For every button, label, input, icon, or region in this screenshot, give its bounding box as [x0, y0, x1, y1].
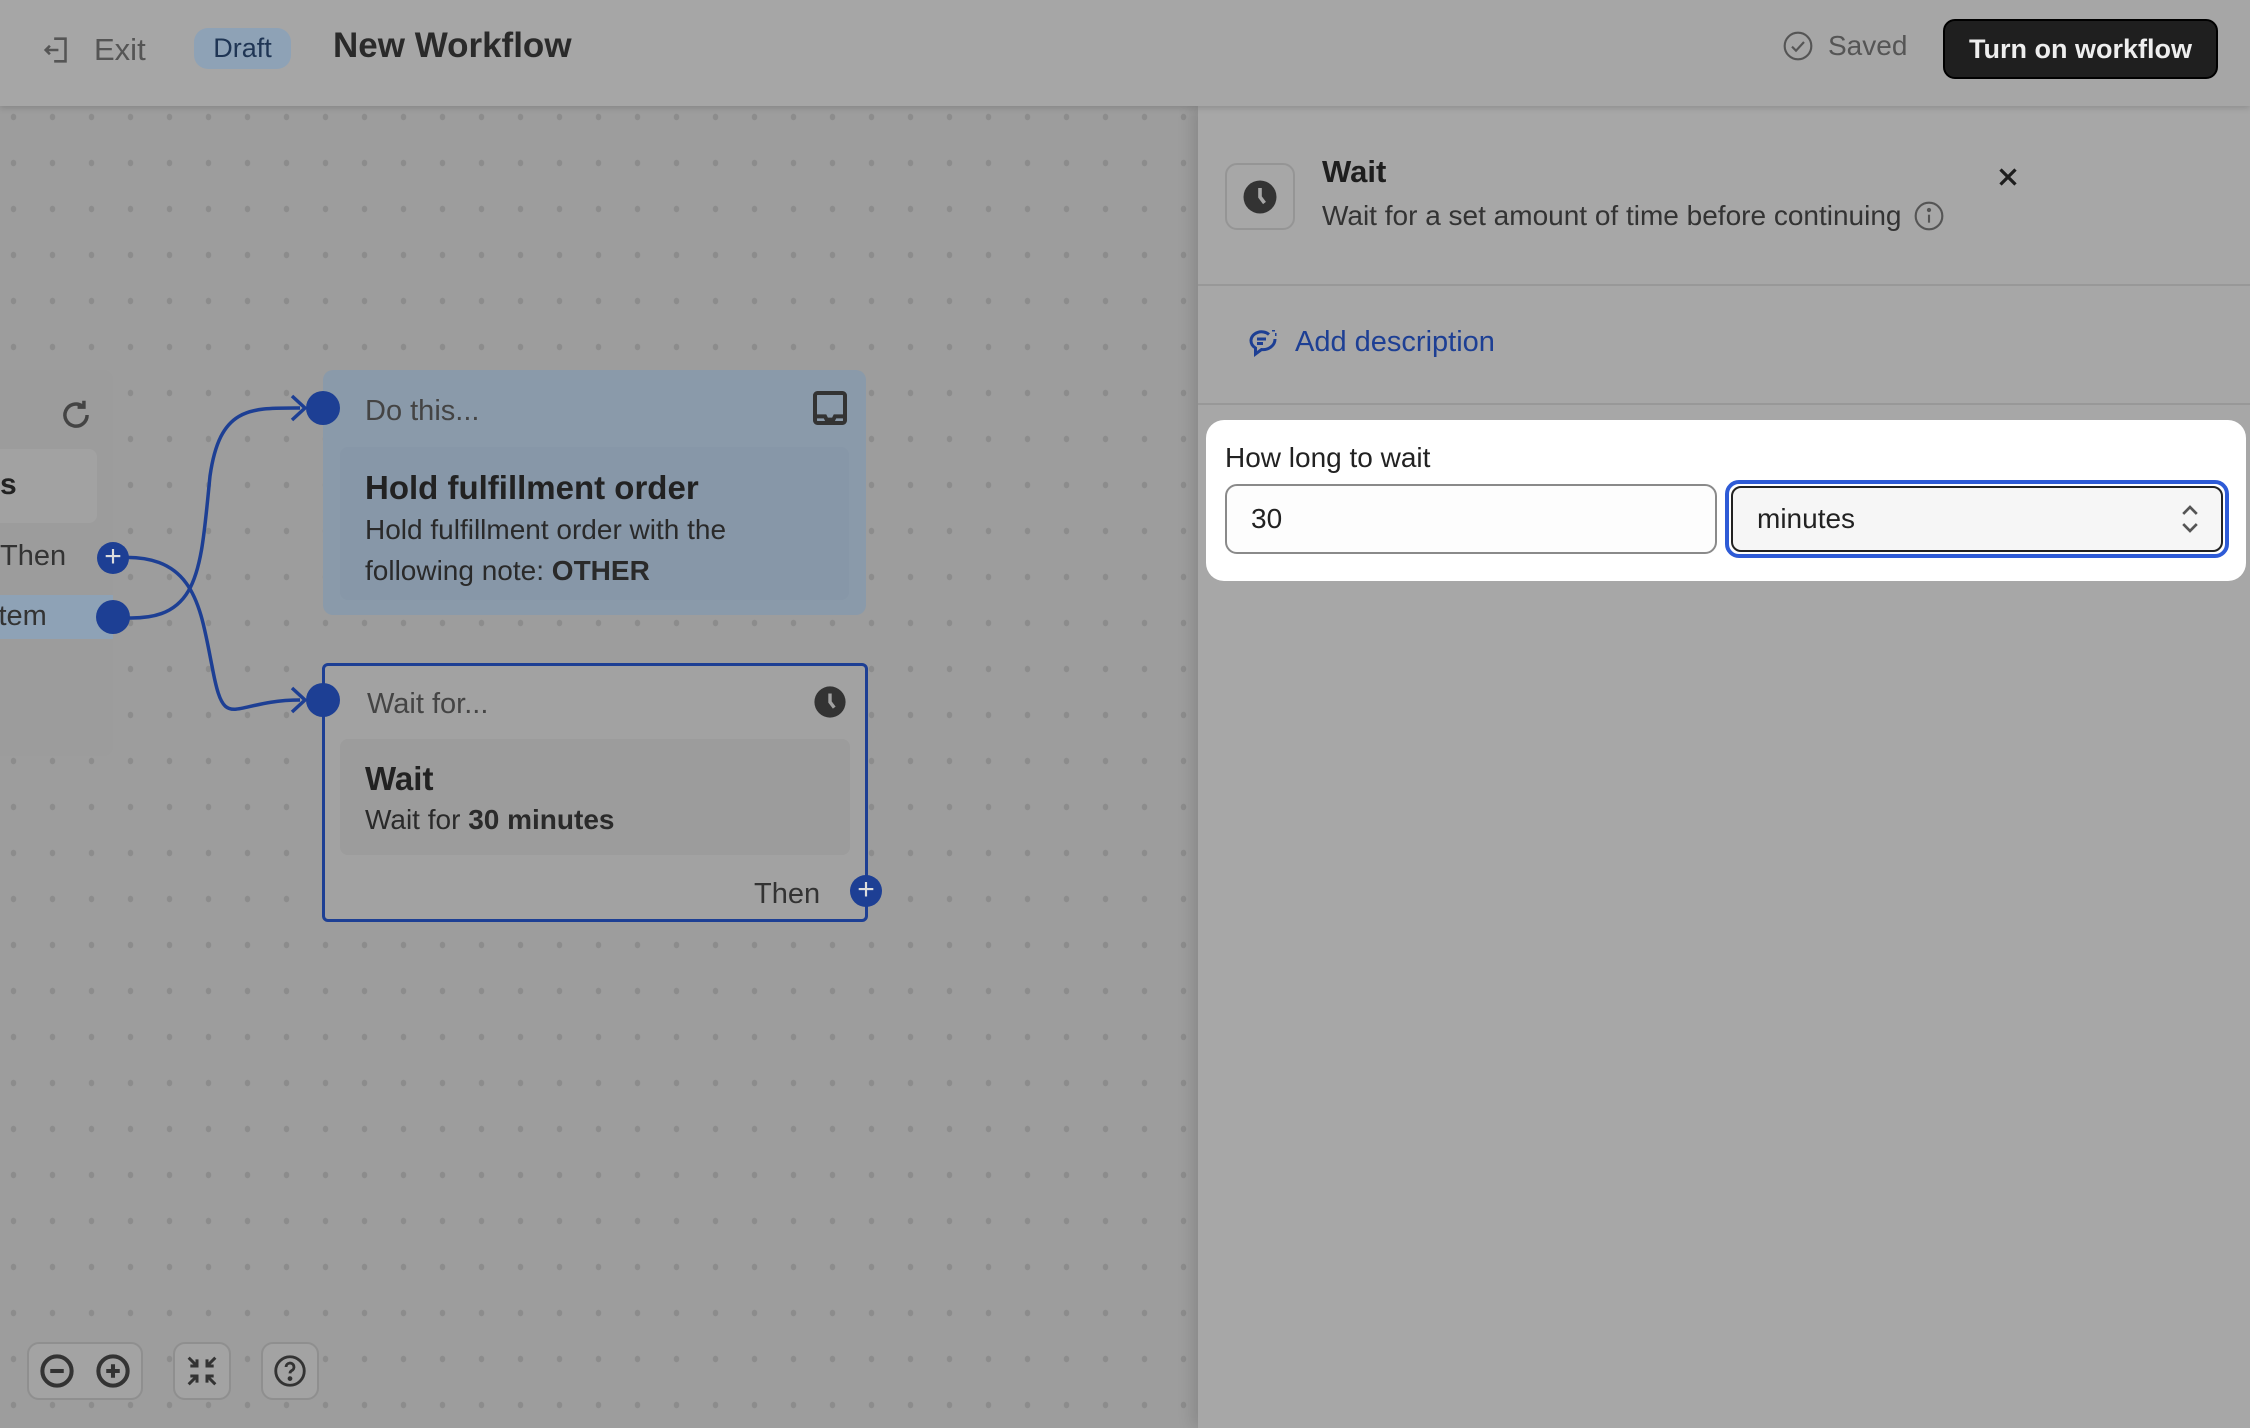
- panel-title: Wait: [1322, 154, 1387, 189]
- check-circle-icon: [1783, 31, 1813, 61]
- turn-on-workflow-button[interactable]: Turn on workflow: [1943, 19, 2218, 79]
- clock-icon: [1243, 180, 1277, 213]
- add-step-button[interactable]: +: [850, 875, 882, 907]
- action-node[interactable]: Do this... Hold fulfillment order Hold f…: [323, 370, 866, 615]
- action-input-handle[interactable]: [306, 391, 340, 425]
- panel-subtitle: Wait for a set amount of time before con…: [1322, 200, 1902, 231]
- add-step-button[interactable]: +: [97, 542, 129, 574]
- saved-status: Saved: [1782, 30, 1907, 62]
- step-icon-box: [1225, 163, 1295, 230]
- clock-icon: [814, 686, 846, 718]
- wait-duration-section: How long to wait minutes: [1206, 420, 2246, 581]
- wait-node-selected[interactable]: Wait for... Wait Wait for 30 minutes The…: [322, 663, 868, 922]
- page-title: New Workflow: [333, 26, 572, 65]
- divider: [1198, 403, 2250, 405]
- connector-item-to-action: [112, 406, 301, 620]
- top-bar: Exit Draft New Workflow Saved Turn on wo…: [0, 0, 2250, 106]
- status-badge: Draft: [194, 28, 291, 69]
- exit-label: Exit: [94, 32, 146, 67]
- comment-icon: [1249, 330, 1277, 357]
- help-icon: [274, 1355, 306, 1387]
- connector-then-to-wait: [112, 555, 301, 711]
- exit-button[interactable]: Exit: [40, 30, 146, 70]
- chevron-up-down-icon: [2182, 505, 2198, 533]
- zoom-controls: [27, 1342, 143, 1400]
- wait-unit-select[interactable]: minutes: [1725, 480, 2229, 558]
- zoom-out-icon[interactable]: [29, 1344, 85, 1398]
- step-config-panel: Wait Wait for a set amount of time befor…: [1198, 106, 2250, 1428]
- refresh-icon: [63, 400, 89, 428]
- wait-amount-input[interactable]: [1225, 484, 1717, 554]
- fit-view-button[interactable]: [173, 1342, 231, 1400]
- add-description-link[interactable]: Add description: [1245, 324, 1495, 360]
- divider: [1198, 284, 2250, 286]
- fit-view-icon: [187, 1356, 217, 1386]
- info-icon[interactable]: [1913, 200, 1945, 232]
- workflow-canvas[interactable]: s Then item + Do this... Hold fulfillmen…: [0, 106, 1198, 1428]
- trigger-node-partial[interactable]: s Then item: [0, 370, 113, 756]
- field-label: How long to wait: [1225, 442, 1431, 473]
- inbox-icon: [813, 391, 847, 425]
- help-button[interactable]: [261, 1342, 319, 1400]
- close-icon[interactable]: [1993, 162, 2023, 192]
- zoom-in-icon[interactable]: [85, 1344, 141, 1398]
- branch-handle[interactable]: [96, 600, 130, 634]
- exit-icon: [43, 37, 67, 63]
- wait-input-handle[interactable]: [306, 683, 340, 717]
